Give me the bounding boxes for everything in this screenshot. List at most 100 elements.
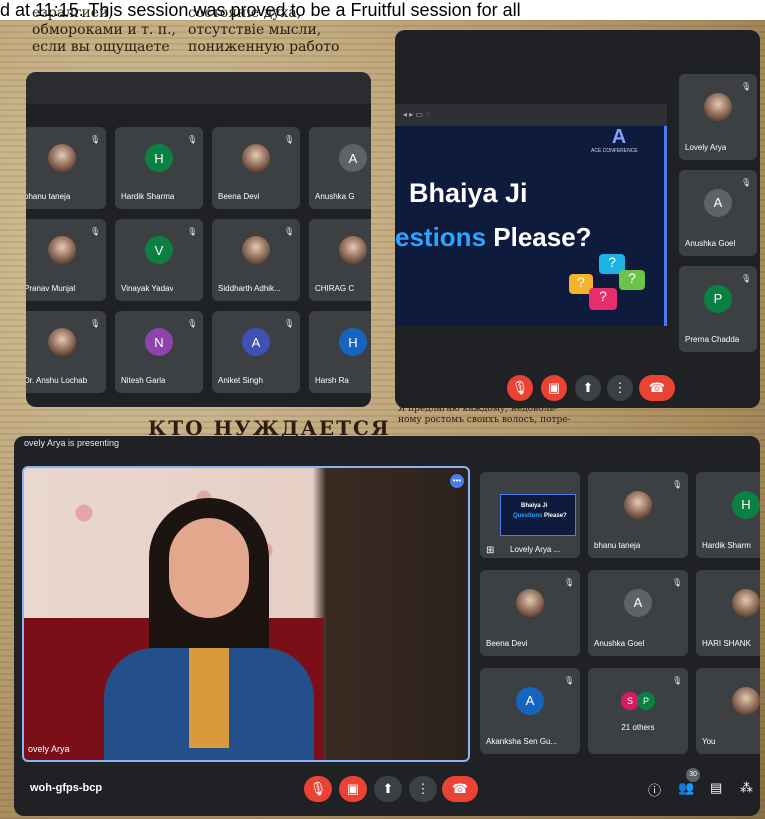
browser-toolbar: ◂ ▸ ▭ ◌ — [395, 104, 667, 126]
muted-mic-icon: 🎙 — [741, 82, 752, 91]
participant-tile[interactable]: A 🎙 Anushka Goel — [679, 170, 757, 256]
camera-off-button[interactable]: ▣ — [541, 375, 567, 401]
muted-mic-icon: 🎙 — [90, 135, 101, 144]
participant-tile[interactable]: 🎙 Beena Devi — [480, 570, 580, 656]
participant-tile[interactable]: S P 🎙 21 others — [588, 668, 688, 754]
avatar — [48, 328, 76, 357]
toolbar — [26, 72, 371, 104]
camera-off-button[interactable]: ▣ — [339, 776, 367, 802]
avatar: H — [145, 144, 173, 173]
participant-name: Hardik Sharm — [702, 541, 751, 550]
presentation-thumbnail-tile[interactable]: Bhaiya Ji Questions Please? Lovely Arya ..… — [480, 472, 580, 558]
avatar — [48, 236, 76, 265]
slide-word-questions: estions — [395, 222, 487, 252]
presenting-banner: ovely Arya is presenting — [24, 438, 120, 448]
participant-name: Prerna Chadda — [685, 335, 740, 344]
participant-name: Dr. Anshu Lochab — [26, 376, 88, 385]
participant-name: 21 others — [621, 723, 655, 732]
present-button[interactable]: ⬆ — [575, 375, 601, 401]
avatar — [242, 236, 270, 265]
avatar — [732, 588, 760, 617]
avatar: V — [145, 236, 173, 265]
present-button[interactable]: ⬆ — [374, 776, 402, 802]
chat-icon[interactable]: ▤ — [710, 780, 722, 796]
participant-tile[interactable]: V 🎙 Vinayak Yadav — [115, 219, 203, 301]
participant-name: CHIRAG C — [315, 284, 355, 293]
participant-tile[interactable]: 🎙 Beena Devi — [212, 127, 300, 209]
avatar: A — [624, 588, 652, 617]
participant-tile[interactable]: P 🎙 Prerna Chadda — [679, 266, 757, 352]
thumbnail-label: Lovely Arya ... — [510, 545, 561, 554]
newspaper-text: состояніе духа, отсутствіе мысли, пониже… — [188, 5, 340, 55]
mic-off-button[interactable]: 🎙 — [507, 375, 533, 401]
avatar: A — [704, 188, 732, 217]
participant-tile[interactable]: 🎙 Pranav Munjal — [26, 219, 106, 301]
more-options-button[interactable]: ⋮ — [607, 375, 633, 401]
participant-tile[interactable]: 🎙 Siddharth Adhik... — [212, 219, 300, 301]
participant-name: Pranav Munjal — [26, 284, 76, 293]
participant-tile[interactable]: 🎙You — [696, 668, 760, 754]
thumbnail-slide: Bhaiya Ji Questions Please? — [500, 494, 576, 536]
avatar — [624, 490, 652, 519]
people-count-badge: 30 — [686, 768, 700, 782]
activities-icon[interactable]: ⁂ — [740, 780, 753, 796]
participant-tile[interactable]: A 🎙 Akanksha Sen Gu... — [480, 668, 580, 754]
participant-tile[interactable]: 🎙 Lovely Arya — [679, 74, 757, 160]
participant-name: Vinayak Yadav — [121, 284, 174, 293]
avatar: A — [242, 328, 270, 357]
avatar: A — [516, 686, 544, 715]
muted-mic-icon: 🎙 — [672, 480, 683, 489]
more-options-button[interactable]: ⋮ — [409, 776, 437, 802]
slide-word-please: Please? — [493, 222, 592, 252]
meet-presentation-window: ◂ ▸ ▭ ◌ A ACE CONFERENCE Bhaiya Ji estio… — [395, 30, 760, 408]
participant-name: Beena Devi — [218, 192, 260, 201]
people-icon[interactable]: 👥 — [678, 780, 694, 796]
participant-tile[interactable]: H🎙Harsh Ra — [309, 311, 371, 393]
participant-tile[interactable]: 🎙 bhanu taneja — [26, 127, 106, 209]
participant-tile[interactable]: H🎙Hardik Sharm — [696, 472, 760, 558]
meet-main-window: ovely Arya is presenting ovely Arya ••• … — [14, 436, 760, 816]
mic-off-button[interactable]: 🎙 — [304, 776, 332, 802]
participant-tile[interactable]: A 🎙 Anushka Goel — [588, 570, 688, 656]
participant-name: Anushka G — [315, 192, 355, 201]
avatar: A — [339, 144, 367, 173]
participant-tile[interactable]: 🎙CHIRAG C — [309, 219, 371, 301]
muted-mic-icon: 🎙 — [564, 676, 575, 685]
participant-tile[interactable]: 🎙HARI SHANK — [696, 570, 760, 656]
participant-name: You — [702, 737, 716, 746]
avatar — [242, 144, 270, 173]
participant-name: HARI SHANK — [702, 639, 751, 648]
info-icon[interactable]: ⓘ — [648, 780, 661, 799]
slide: A ACE CONFERENCE Bhaiya Ji estions Pleas… — [395, 126, 667, 326]
muted-mic-icon: 🎙 — [284, 135, 295, 144]
meeting-code: woh-gfps-bcp — [30, 782, 103, 794]
leave-call-button[interactable]: ☎ — [639, 375, 675, 401]
participant-name: Akanksha Sen Gu... — [486, 737, 558, 746]
participant-name: Anushka Goel — [594, 639, 645, 648]
participant-tile[interactable]: N 🎙 Nitesh Garla — [115, 311, 203, 393]
participant-tile[interactable]: A 🎙 Aniket Singh — [212, 311, 300, 393]
muted-mic-icon: 🎙 — [672, 676, 683, 685]
avatar: P — [704, 284, 732, 313]
muted-mic-icon: 🎙 — [564, 578, 575, 587]
present-icon: ⊞ — [486, 545, 495, 556]
participant-name: Harsh Ra — [315, 376, 349, 385]
participant-tile[interactable]: H 🎙 Hardik Sharma — [115, 127, 203, 209]
participant-name: Anushka Goel — [685, 239, 736, 248]
muted-mic-icon: 🎙 — [90, 319, 101, 328]
leave-call-button[interactable]: ☎ — [442, 776, 478, 802]
slide-title-line2: estions Please? — [395, 222, 592, 253]
speaker-video[interactable]: ovely Arya ••• — [22, 466, 470, 762]
avatar: H — [732, 490, 760, 519]
ace-logo-icon: A — [611, 126, 627, 148]
participant-tile[interactable]: A🎙Anushka G — [309, 127, 371, 209]
participant-tile[interactable]: 🎙 Dr. Anshu Lochab — [26, 311, 106, 393]
question-bubbles-icon: ? ? ? ? — [569, 254, 649, 314]
speaker-person — [104, 498, 314, 760]
participant-tile[interactable]: 🎙 bhanu taneja — [588, 472, 688, 558]
avatar — [48, 144, 76, 173]
avatar: H — [339, 328, 367, 357]
slide-title-line1: Bhaiya Ji — [409, 178, 528, 208]
muted-mic-icon: 🎙 — [741, 274, 752, 283]
muted-mic-icon: 🎙 — [741, 178, 752, 187]
